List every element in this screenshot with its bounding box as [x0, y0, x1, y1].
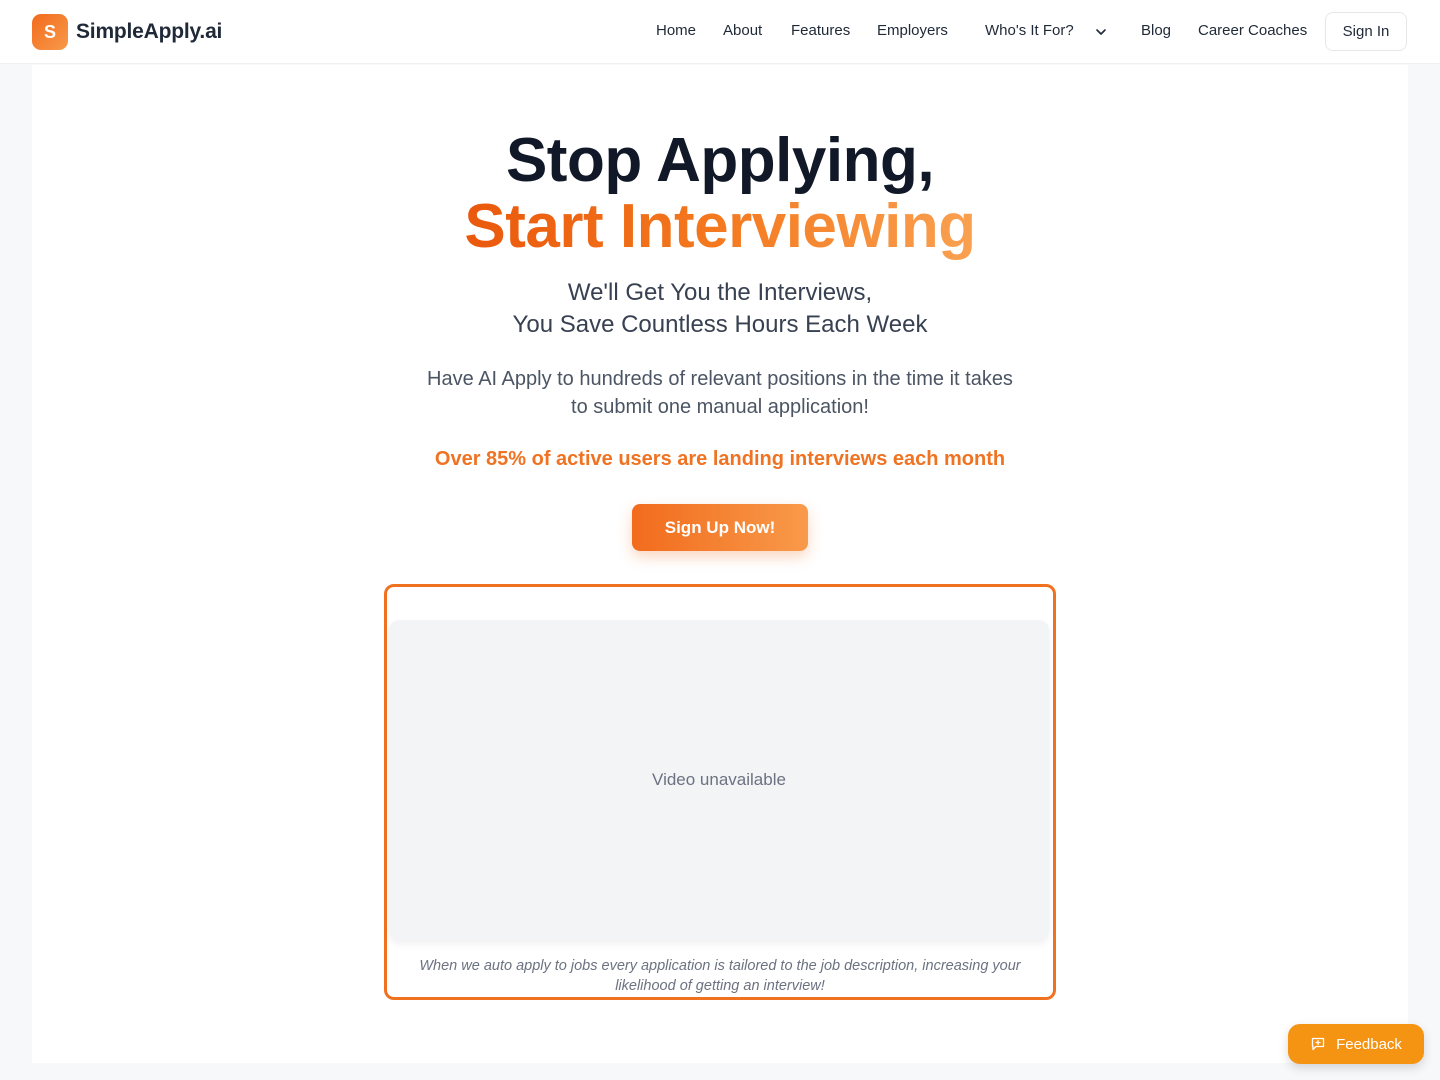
nav-links: Home About Features Employers Who's It F…	[0, 0, 1440, 64]
video-caption-line2: likelihood of getting an interview!	[615, 978, 825, 994]
sign-up-button[interactable]: Sign Up Now!	[632, 504, 808, 551]
hero-subtitle-line2: You Save Countless Hours Each Week	[512, 311, 928, 338]
hero-title-line1: Stop Applying,	[505, 126, 935, 195]
video-status: Video unavailable	[652, 770, 786, 789]
nav-home[interactable]: Home	[656, 22, 696, 39]
nav-blog[interactable]: Blog	[1141, 22, 1171, 39]
nav-whos-it-for[interactable]: Who's It For?	[985, 22, 1074, 39]
navbar: S SimpleApply.ai Home About Features Emp…	[0, 0, 1440, 64]
nav-about[interactable]: About	[723, 22, 762, 39]
feedback-button[interactable]: Feedback	[1288, 1024, 1424, 1064]
nav-employers[interactable]: Employers	[877, 22, 948, 39]
video-caption: When we auto apply to jobs every applica…	[389, 956, 1051, 996]
hero-title-gradient: Start Interviewing	[464, 192, 976, 261]
hero-description-line2: to submit one manual application!	[571, 396, 869, 418]
hero-stat: Over 85% of active users are landing int…	[434, 448, 1006, 470]
chevron-down-icon[interactable]	[1094, 25, 1108, 39]
message-plus-icon	[1311, 1037, 1325, 1051]
feedback-label: Feedback	[1336, 1035, 1402, 1053]
hero-description-line1: Have AI Apply to hundreds of relevant po…	[427, 368, 1013, 390]
sign-in-button[interactable]: Sign In	[1325, 12, 1407, 51]
nav-features[interactable]: Features	[791, 22, 850, 39]
nav-career-coaches[interactable]: Career Coaches	[1198, 22, 1307, 39]
video-caption-line1: When we auto apply to jobs every applica…	[419, 958, 1021, 974]
hero-title-line2: Start Interviewing	[0, 192, 1440, 262]
video-player[interactable]: Video unavailable	[389, 620, 1049, 940]
hero-subtitle-line1: We'll Get You the Interviews,	[567, 279, 873, 306]
